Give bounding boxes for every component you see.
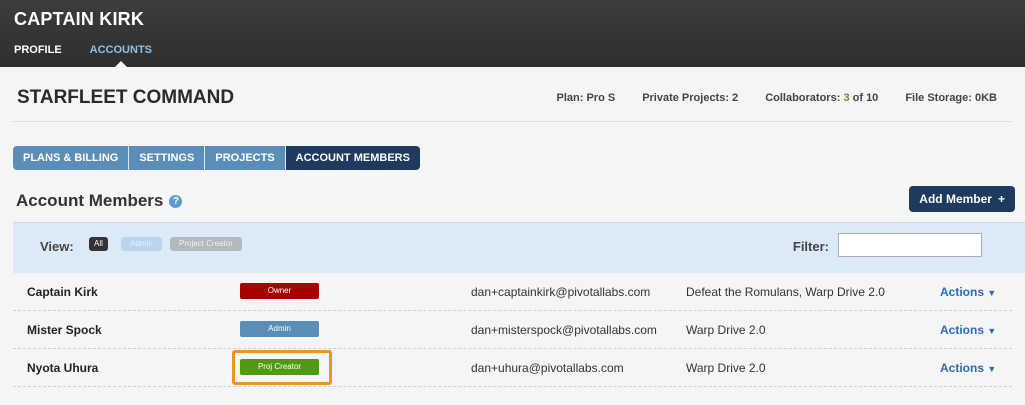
- highlight-box: [232, 350, 332, 385]
- member-row: Mister Spock Admin dan+misterspock@pivot…: [13, 311, 1012, 349]
- section-title: Account Members ?: [16, 191, 183, 211]
- question-circle-icon[interactable]: ?: [169, 194, 183, 208]
- account-tabs: PLANS & BILLING SETTINGS PROJECTS ACCOUN…: [13, 146, 420, 170]
- plan-stat: Plan: Pro S: [556, 92, 616, 104]
- private-projects-stat: Private Projects: 2: [642, 92, 739, 104]
- view-label: View:: [40, 239, 74, 254]
- top-nav: PROFILE ACCOUNTS: [14, 44, 152, 68]
- member-name: Nyota Uhura: [27, 361, 99, 375]
- caret-down-icon: ▼: [987, 364, 997, 374]
- collaborators-stat: Collaborators: 3 of 10: [765, 92, 879, 104]
- member-name: Captain Kirk: [27, 285, 98, 299]
- plus-icon: +: [997, 192, 1005, 206]
- top-header: CAPTAIN KIRK PROFILE ACCOUNTS: [0, 0, 1025, 68]
- member-email: dan+captainkirk@pivotallabs.com: [471, 285, 651, 299]
- role-badge: Admin: [240, 321, 319, 337]
- member-projects: Warp Drive 2.0: [686, 323, 766, 337]
- member-projects: Warp Drive 2.0: [686, 361, 766, 375]
- view-project-creator-pill[interactable]: Project Creator: [170, 237, 242, 251]
- member-email: dan+uhura@pivotallabs.com: [471, 361, 624, 375]
- actions-dropdown[interactable]: Actions ▼: [940, 361, 996, 375]
- role-badge: Owner: [240, 283, 319, 299]
- filter-label: Filter:: [792, 239, 829, 254]
- tab-projects[interactable]: PROJECTS: [205, 146, 286, 170]
- tab-settings[interactable]: SETTINGS: [129, 146, 206, 170]
- caret-down-icon: ▼: [987, 326, 997, 336]
- nav-accounts[interactable]: ACCOUNTS: [90, 44, 152, 68]
- members-heading: Account Members: [16, 191, 164, 210]
- account-stats: Plan: Pro S Private Projects: 2 Collabor…: [557, 92, 998, 104]
- member-projects: Defeat the Romulans, Warp Drive 2.0: [686, 285, 885, 299]
- add-member-button[interactable]: Add Member +: [909, 186, 1015, 212]
- member-row: Nyota Uhura Proj Creator dan+uhura@pivot…: [13, 349, 1012, 387]
- member-email: dan+misterspock@pivotallabs.com: [471, 323, 657, 337]
- add-member-label: Add Member: [919, 192, 992, 206]
- collaborators-count: 3: [843, 92, 850, 104]
- caret-down-icon: ▼: [987, 288, 997, 298]
- nav-profile[interactable]: PROFILE: [14, 44, 62, 56]
- view-all-pill[interactable]: All: [89, 237, 108, 251]
- tab-account-members[interactable]: ACCOUNT MEMBERS: [285, 146, 420, 170]
- actions-dropdown[interactable]: Actions ▼: [940, 285, 996, 299]
- view-admin-pill[interactable]: Admin: [121, 237, 162, 251]
- member-name: Mister Spock: [27, 323, 102, 337]
- tab-plans-billing[interactable]: PLANS & BILLING: [13, 146, 130, 170]
- filter-input[interactable]: [838, 233, 982, 257]
- account-title: STARFLEET COMMAND: [17, 87, 235, 108]
- user-name: CAPTAIN KIRK: [14, 9, 145, 29]
- actions-dropdown[interactable]: Actions ▼: [940, 323, 996, 337]
- filter-bar: View: All Admin Project Creator Filter:: [13, 222, 1025, 273]
- member-row: Captain Kirk Owner dan+captainkirk@pivot…: [13, 273, 1012, 311]
- divider: [13, 121, 1012, 122]
- file-storage-stat: File Storage: 0KB: [905, 92, 997, 104]
